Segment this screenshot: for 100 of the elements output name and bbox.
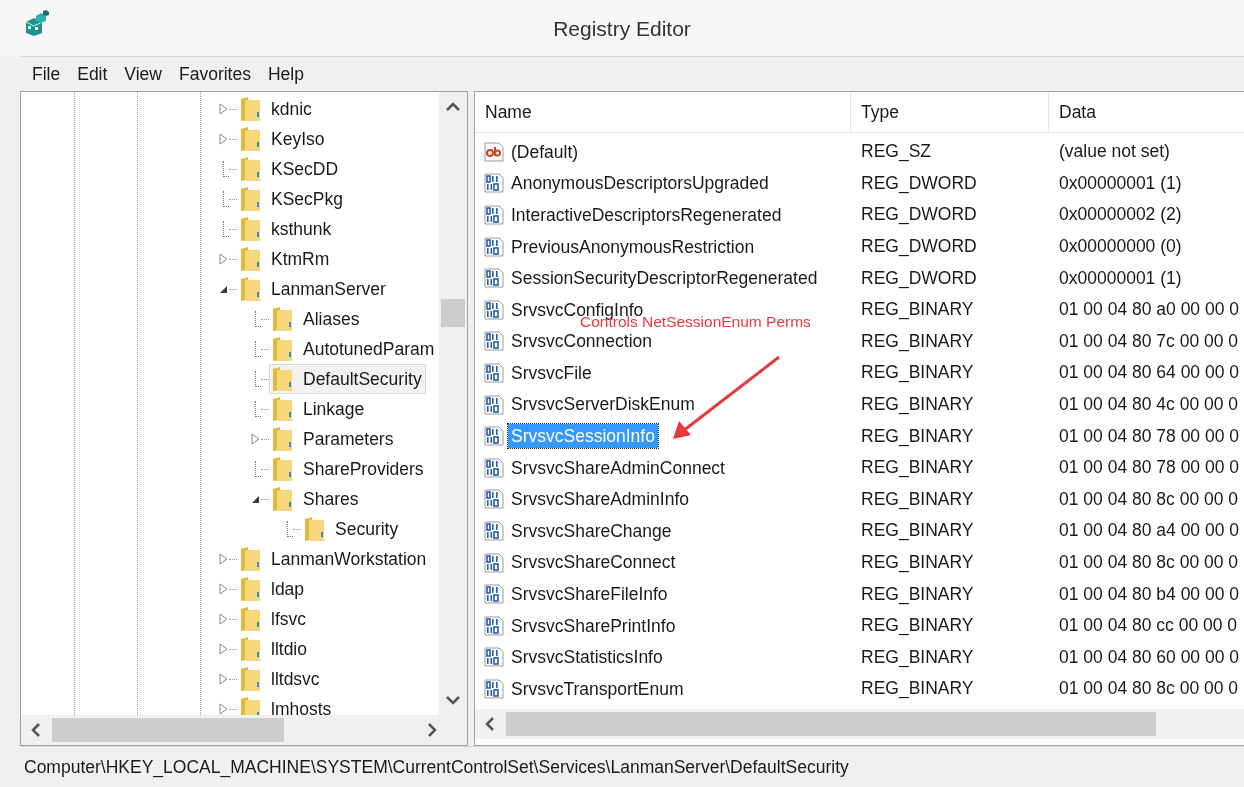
tree-item[interactable]: KSecDD [237, 154, 343, 184]
tree-item[interactable]: Linkage [269, 394, 369, 424]
value-data: 01 00 04 80 78 00 00 0 [1058, 457, 1241, 479]
collapse-arrow-icon[interactable] [250, 494, 260, 504]
tree-item[interactable]: lfsvc [237, 604, 310, 634]
value-name[interactable]: SrvsvcShareAdminConnect [508, 457, 728, 478]
tree-item[interactable]: LanmanServer [237, 274, 390, 304]
column-header[interactable]: Data [1049, 92, 1244, 132]
value-name[interactable]: SrvsvcFile [508, 362, 595, 383]
value-name[interactable]: SrvsvcTransportEnum [508, 678, 687, 699]
horizontal-scrollbar[interactable] [475, 709, 1244, 739]
expand-arrow-icon[interactable] [250, 433, 260, 445]
value-name[interactable]: AnonymousDescriptorsUpgraded [508, 173, 772, 194]
tree-item[interactable]: ShareProviders [269, 454, 428, 484]
scroll-thumb[interactable] [52, 718, 284, 742]
scroll-right-icon[interactable] [428, 723, 437, 737]
folder-icon [239, 246, 261, 272]
expand-arrow-icon[interactable] [218, 103, 228, 115]
value-name[interactable]: PreviousAnonymousRestriction [508, 236, 758, 257]
value-data: 01 00 04 80 a4 00 00 0 [1058, 520, 1241, 542]
tree-item[interactable]: ksthunk [237, 214, 336, 244]
value-name[interactable]: SrvsvcShareAdminInfo [508, 489, 692, 510]
vertical-scrollbar[interactable] [439, 92, 467, 715]
tree-item[interactable]: Security [301, 514, 403, 544]
value-type: REG_SZ [860, 141, 933, 163]
expand-arrow-icon[interactable] [218, 643, 228, 655]
expand-arrow-icon[interactable] [218, 613, 228, 625]
value-type: REG_BINARY [860, 425, 975, 447]
value-name[interactable]: SessionSecurityDescriptorRegenerated [508, 268, 821, 289]
tree-item[interactable]: lltdio [237, 634, 311, 664]
folder-icon [271, 486, 293, 512]
value-name[interactable]: (Default) [508, 141, 582, 162]
registry-cubes-icon [24, 10, 50, 36]
window-title: Registry Editor [553, 17, 691, 41]
tree-item[interactable]: KSecPkg [237, 184, 347, 214]
folder-icon [271, 396, 293, 422]
folder-icon [303, 516, 325, 542]
value-data: 01 00 04 80 8c 00 00 0 [1058, 678, 1240, 700]
value-data: 01 00 04 80 8c 00 00 0 [1058, 488, 1240, 510]
value-data: 0x00000002 (2) [1058, 204, 1183, 226]
value-type: REG_BINARY [860, 520, 975, 542]
folder-icon [239, 606, 261, 632]
menu-item[interactable]: View [118, 63, 173, 85]
menu-item[interactable]: File [26, 63, 72, 85]
expand-arrow-icon[interactable] [218, 673, 228, 685]
value-name[interactable]: SrvsvcShareFileInfo [508, 584, 671, 605]
expand-arrow-icon[interactable] [218, 583, 228, 595]
horizontal-scrollbar[interactable] [21, 715, 467, 745]
tree-item[interactable]: ldap [237, 574, 309, 604]
value-name[interactable]: SrvsvcConnection [508, 331, 656, 352]
value-type: REG_BINARY [860, 488, 975, 510]
value-name[interactable]: SrvsvcShareChange [508, 520, 675, 541]
tree-item[interactable]: lltdsvc [237, 664, 324, 694]
value-data: 0x00000000 (0) [1058, 236, 1183, 258]
value-type: REG_BINARY [860, 552, 975, 573]
value-data: 01 00 04 80 7c 00 00 0 [1058, 330, 1240, 352]
value-data: 01 00 04 80 b4 00 00 0 [1058, 583, 1241, 605]
value-type: REG_DWORD [860, 236, 978, 258]
expand-arrow-icon[interactable] [218, 253, 228, 265]
tree-item[interactable]: KeyIso [237, 124, 329, 154]
expand-arrow-icon[interactable] [218, 553, 228, 565]
tree-item[interactable]: Aliases [269, 304, 364, 334]
value-name[interactable]: InteractiveDescriptorsRegenerated [508, 204, 785, 226]
scroll-up-icon[interactable] [446, 102, 460, 111]
collapse-arrow-icon[interactable] [218, 284, 228, 294]
scroll-down-icon[interactable] [446, 696, 460, 705]
value-data: 01 00 04 80 60 00 00 0 [1058, 646, 1241, 668]
value-name[interactable]: SrvsvcSharePrintInfo [508, 615, 679, 636]
value-type: REG_BINARY [860, 394, 975, 416]
column-header[interactable]: Type [851, 92, 1049, 132]
folder-icon [271, 306, 293, 332]
tree-item[interactable]: kdnic [237, 94, 316, 124]
scroll-left-icon[interactable] [31, 723, 40, 737]
tree-item[interactable]: Shares [269, 484, 363, 514]
value-type: REG_BINARY [860, 299, 975, 321]
menu-item[interactable]: Favorites [173, 63, 262, 85]
value-type: REG_BINARY [860, 583, 975, 605]
folder-icon [239, 186, 261, 212]
value-name[interactable]: SrvsvcShareConnect [508, 552, 679, 573]
tree-item[interactable]: KtmRm [237, 244, 334, 274]
menu-item[interactable]: Edit [71, 63, 119, 85]
expand-arrow-icon[interactable] [218, 703, 228, 715]
tree-item[interactable]: DefaultSecurity [269, 364, 426, 394]
value-name[interactable]: SrvsvcStatisticsInfo [508, 647, 666, 668]
expand-arrow-icon[interactable] [218, 133, 228, 145]
value-data: (value not set) [1058, 141, 1171, 163]
folder-icon [239, 576, 261, 602]
column-header[interactable]: Name [475, 92, 851, 132]
folder-icon [239, 276, 261, 302]
tree-item[interactable]: AutotunedParam [269, 334, 439, 364]
value-type: REG_DWORD [860, 172, 978, 194]
value-name[interactable]: SrvsvcServerDiskEnum [508, 394, 698, 415]
scroll-left-icon[interactable] [485, 717, 494, 731]
tree-item[interactable]: LanmanWorkstation [237, 544, 431, 574]
scroll-thumb[interactable] [506, 712, 1156, 736]
scroll-thumb[interactable] [441, 299, 465, 327]
folder-icon [239, 666, 261, 692]
value-type: REG_BINARY [860, 646, 975, 668]
tree-item[interactable]: Parameters [269, 424, 398, 454]
menu-item[interactable]: Help [261, 63, 315, 85]
